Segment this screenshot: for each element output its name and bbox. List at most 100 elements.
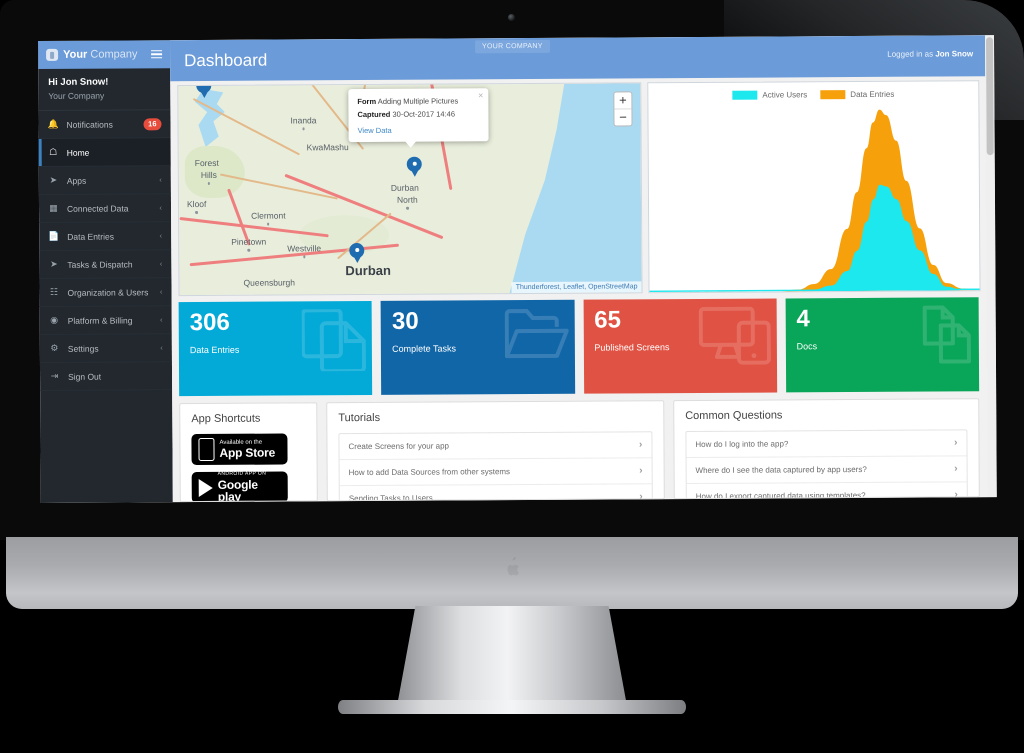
popup-captured-row: Captured 30-Oct-2017 14:46 (357, 109, 456, 120)
greeting-name: Hi Jon Snow! (48, 76, 109, 88)
list-item[interactable]: How do I export captured data using temp… (687, 482, 967, 499)
list-item[interactable]: How do I log into the app? › (686, 430, 967, 459)
stat-card-data-entries[interactable]: 306 Data Entries View Data Entries ⦿ (178, 300, 373, 397)
list-item-label: How do I log into the app? (695, 439, 789, 449)
chevron-left-icon: ‹ (159, 175, 162, 185)
sidebar-item-connected-data[interactable]: ▦ Connected Data ‹ (38, 194, 172, 223)
sidebar-item-settings[interactable]: ⚙ Settings ‹ (39, 334, 172, 363)
map-place-label: Forest (194, 157, 219, 169)
close-icon[interactable]: × (478, 90, 483, 100)
list-item[interactable]: Where do I see the data captured by app … (686, 456, 967, 485)
monitor-chin (6, 537, 1018, 609)
legend-label: Active Users (762, 90, 808, 100)
chart-plot-area (648, 107, 980, 293)
devices-icon (698, 306, 771, 365)
list-item[interactable]: Create Screens for your app › (339, 432, 652, 461)
chevron-right-icon: › (954, 437, 958, 449)
file-copy-icon: 📄 (48, 230, 60, 241)
logged-in-user: Jon Snow (935, 49, 974, 59)
chevron-left-icon: ‹ (160, 343, 163, 353)
sidebar-item-label: Sign Out (68, 371, 102, 382)
tutorials-list: Create Screens for your app › How to add… (338, 431, 653, 502)
badge-big-text: Google play (217, 477, 258, 503)
chevron-right-icon: › (639, 465, 643, 477)
list-item[interactable]: How to add Data Sources from other syste… (339, 458, 652, 487)
sidebar-item-label: Settings (67, 343, 99, 354)
view-data-link[interactable]: View Data (358, 125, 480, 135)
chart-svg (649, 109, 980, 293)
sidebar-item-label: Connected Data (66, 202, 129, 214)
sidebar-item-label: Data Entries (67, 231, 115, 242)
sidebar-item-platform-billing[interactable]: ◉ Platform & Billing ‹ (39, 306, 172, 335)
sidebar-item-organization-users[interactable]: ☷ Organization & Users ‹ (39, 278, 172, 307)
map-place-label: North (397, 195, 418, 210)
stat-card-published-screens[interactable]: 65 Published Screens View Screens ⦿ (583, 298, 777, 394)
faq-list: How do I log into the app? › Where do I … (685, 429, 968, 500)
common-questions-panel: Common Questions How do I log into the a… (673, 398, 980, 500)
stat-card-complete-tasks[interactable]: 30 Complete Tasks View Tasks ⦿ (380, 299, 575, 395)
chevron-right-icon: › (954, 463, 958, 475)
sidebar-item-apps[interactable]: ➤ Apps ‹ (38, 166, 171, 195)
chevron-left-icon: ‹ (159, 203, 163, 213)
paper-plane-icon: ➤ (49, 174, 58, 185)
user-greeting: Hi Jon Snow! Your Company (38, 68, 171, 111)
legend-item-data-entries[interactable]: Data Entries (820, 89, 895, 100)
scrollbar-thumb[interactable] (985, 37, 994, 156)
page-title: Dashboard (184, 50, 268, 71)
area-series-data-entries (649, 109, 980, 293)
top-bar: Dashboard YOUR COMPANY Logged in as Jon … (169, 35, 986, 82)
map-pin[interactable] (196, 82, 212, 99)
sidebar-item-label: Home (66, 147, 90, 158)
sidebar-item-tasks-dispatch[interactable]: ➤ Tasks & Dispatch ‹ (39, 250, 172, 279)
sidebar-item-label: Platform & Billing (67, 314, 133, 326)
legend-item-active-users[interactable]: Active Users (732, 90, 808, 100)
zoom-out-button[interactable]: − (614, 108, 632, 126)
zoom-in-button[interactable]: + (614, 92, 631, 108)
sidebar-item-home[interactable]: ☖ Home (38, 138, 171, 167)
map-attribution[interactable]: Thunderforest, Leaflet, OpenStreetMap (511, 281, 642, 294)
folder-open-icon (504, 308, 569, 360)
popup-form-row: Form Adding Multiple Pictures (357, 96, 459, 107)
documents-icon (301, 309, 367, 372)
map-marker-popup: × Form Adding Multiple Pictures Captured… (348, 88, 489, 148)
hamburger-menu-icon[interactable] (151, 49, 163, 59)
stat-card-row: 306 Data Entries View Data Entries ⦿ 30 … (178, 297, 980, 397)
chevron-left-icon: ‹ (159, 259, 163, 269)
tutorials-panel: Tutorials Create Screens for your app › … (326, 400, 665, 502)
app-store-badge[interactable]: Available on the App Store (191, 433, 288, 466)
sidebar-item-notifications[interactable]: 🔔 Notifications 16 (38, 110, 171, 139)
company-badge: YOUR COMPANY (475, 39, 550, 54)
badge-small-text: ANDROID APP ON (217, 470, 267, 478)
brand-name: Your Company (63, 48, 138, 61)
badge-big-text: App Store (219, 445, 276, 461)
sidebar-item-label: Apps (66, 175, 87, 186)
chevron-left-icon: ‹ (160, 315, 163, 325)
google-play-badge[interactable]: ANDROID APP ON Google play (191, 470, 288, 503)
bottom-panel-row: App Shortcuts Available on the App Store (179, 398, 980, 503)
map-pin[interactable] (406, 156, 422, 178)
legend-swatch (820, 90, 846, 100)
sidebar-item-data-entries[interactable]: 📄 Data Entries ‹ (39, 222, 172, 251)
list-item[interactable]: Sending Tasks to Users › (340, 484, 652, 501)
map-widget[interactable]: Inanda KwaMashu Forest Hills Kloof Clerm… (177, 82, 643, 297)
list-item-label: How to add Data Sources from other syste… (348, 467, 511, 478)
map-city-label: Durban (345, 262, 391, 279)
logged-in-status: Logged in as Jon Snow (887, 49, 974, 59)
home-icon: ☖ (49, 146, 58, 157)
map-place-label: Pinetown (231, 237, 266, 252)
stat-card-docs[interactable]: 4 Docs View Docs ⦿ (785, 297, 980, 393)
map-place-label: Hills (201, 170, 217, 185)
map-place-label: Inanda (290, 115, 317, 130)
map-place-label: Clermont (251, 210, 286, 226)
legend-label: Data Entries (850, 89, 895, 100)
area-series-active-users (649, 184, 980, 293)
map-pin[interactable] (349, 243, 365, 264)
monitor-stand-foot (338, 700, 686, 714)
map-place-label: Durban (390, 182, 419, 193)
sign-out-icon: ⇥ (50, 370, 59, 381)
app-shortcuts-panel: App Shortcuts Available on the App Store (179, 402, 318, 503)
brand-header[interactable]: Your Company (38, 40, 171, 69)
chevron-right-icon: › (639, 439, 643, 451)
sidebar-item-sign-out[interactable]: ⇥ Sign Out (39, 362, 173, 391)
badge-small-text: Available on the (219, 439, 263, 446)
